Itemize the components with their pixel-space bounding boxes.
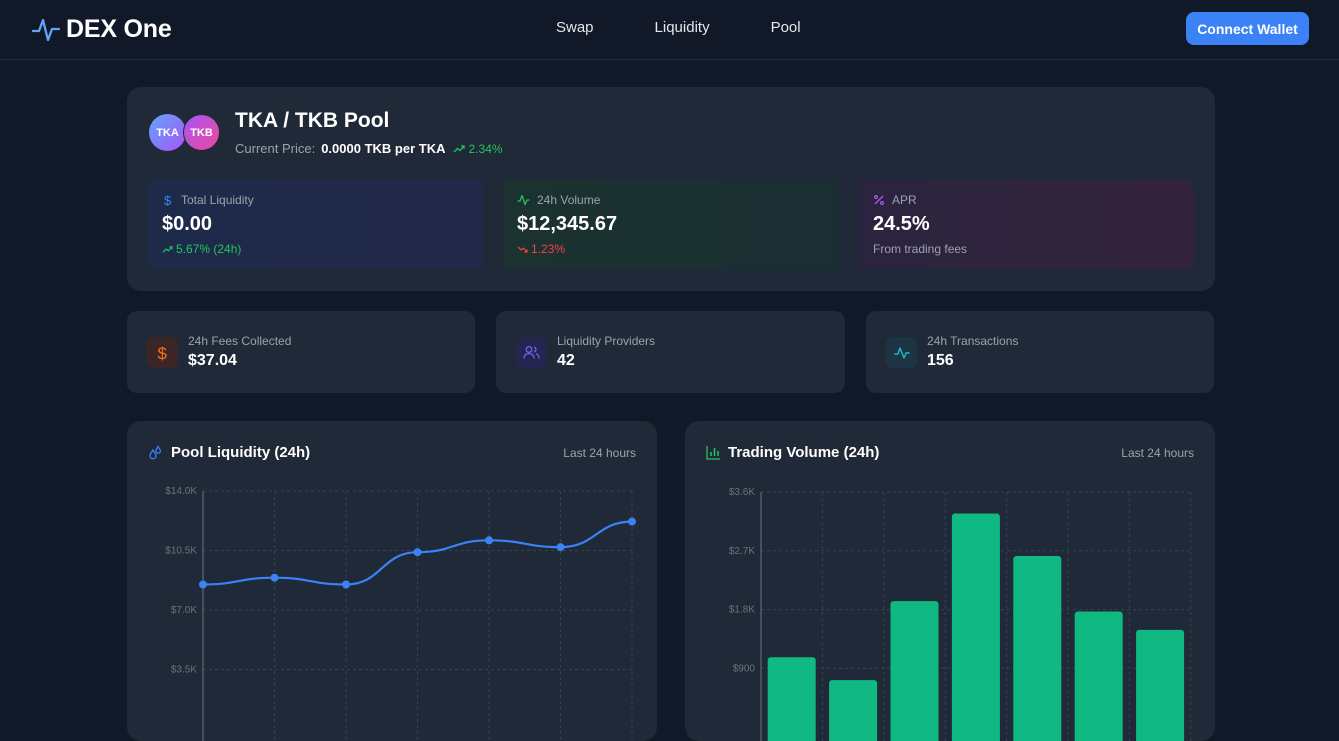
volume-bar — [890, 601, 939, 741]
transactions-card: 24h Transactions 156 — [866, 311, 1214, 393]
mini-value: 156 — [927, 352, 954, 369]
data-point — [485, 536, 493, 545]
liquidity-line-chart: $14.0K $10.5K $7.0K $3.5K — [165, 486, 636, 741]
stat-change-value: 1.23% — [531, 242, 566, 256]
volume-bar — [767, 657, 816, 741]
main-nav: Swap Liquidity Pool — [556, 19, 801, 36]
y-tick-label: $14.0K — [165, 486, 197, 497]
volume-bar — [951, 513, 1000, 741]
data-point — [270, 573, 279, 582]
percent-icon — [874, 195, 884, 205]
y-tick-label: $1.8K — [729, 605, 755, 616]
stat-label: APR — [892, 193, 917, 207]
y-tick-label: $7.0K — [171, 605, 197, 616]
current-price-row: Current Price: 0.0000 TKB per TKA 2.34% — [235, 141, 503, 156]
stat-change: 1.23% — [517, 242, 824, 256]
price-label: Current Price: — [235, 141, 316, 156]
pool-overview-card: TKA TKB TKA / TKB Pool Current Price: 0.… — [127, 87, 1215, 291]
data-point — [556, 543, 565, 552]
data-point — [199, 580, 207, 589]
brand-name: DEX One — [66, 14, 172, 43]
volume-bar-chart: $3.6K $2.7K $1.8K $900 — [729, 487, 1192, 741]
y-tick-label: $3.5K — [171, 665, 197, 676]
stat-note: From trading fees — [873, 242, 968, 256]
total-liquidity-stat: $ Total Liquidity $0.00 5.67% (24h) — [148, 180, 483, 269]
activity-icon — [517, 194, 530, 206]
mini-label: Liquidity Providers — [557, 334, 656, 348]
brand[interactable]: DEX One — [32, 14, 172, 44]
y-tick-label: $3.6K — [729, 487, 755, 498]
stat-change: 5.67% (24h) — [162, 242, 469, 256]
stat-change-value: 5.67% (24h) — [176, 242, 242, 256]
activity-logo-icon — [32, 18, 60, 42]
trending-up-icon — [454, 144, 466, 152]
data-point — [413, 548, 422, 557]
stat-value: $12,345.67 — [517, 213, 618, 235]
price-change-value: 2.34% — [468, 141, 503, 156]
token-a-avatar: TKA — [149, 114, 186, 151]
volume-bar — [1074, 611, 1123, 741]
price-change: 2.34% — [453, 141, 503, 156]
stat-label: 24h Volume — [537, 193, 601, 207]
data-point — [628, 517, 636, 526]
volume-bar — [1136, 629, 1185, 741]
liquidity-providers-card: Liquidity Providers 42 — [496, 311, 845, 393]
trending-up-icon — [162, 245, 173, 253]
data-point — [342, 580, 350, 589]
apr-stat: APR 24.5% From trading fees — [859, 180, 1194, 269]
stat-value: $0.00 — [162, 213, 213, 235]
dollar-icon: $ — [147, 337, 178, 368]
mini-label: 24h Fees Collected — [188, 334, 292, 348]
y-tick-label: $2.7K — [729, 546, 755, 557]
nav-swap[interactable]: Swap — [556, 19, 594, 36]
y-tick-label: $10.5K — [165, 546, 197, 557]
stat-label: Total Liquidity — [181, 193, 254, 207]
mini-label: 24h Transactions — [927, 334, 1019, 348]
mini-value: $37.04 — [188, 352, 237, 369]
stat-value: 24.5% — [873, 213, 930, 235]
token-b-avatar: TKB — [183, 114, 220, 151]
mini-value: 42 — [557, 352, 575, 369]
volume-bar — [829, 680, 878, 741]
dollar-icon: $ — [164, 193, 172, 207]
activity-icon — [886, 337, 917, 368]
connect-wallet-button[interactable]: Connect Wallet — [1186, 12, 1309, 45]
svg-text:$: $ — [164, 193, 172, 207]
users-icon — [516, 337, 547, 368]
pool-liquidity-chart-card: Pool Liquidity (24h) Last 24 hours $14.0… — [127, 421, 657, 741]
fees-collected-card: $ 24h Fees Collected $37.04 — [127, 311, 475, 393]
volume-bar — [1013, 556, 1062, 741]
trending-down-icon — [517, 245, 528, 253]
nav-pool[interactable]: Pool — [771, 19, 801, 36]
price-value: 0.0000 TKB per TKA — [321, 141, 446, 156]
svg-text:$: $ — [157, 344, 167, 362]
pool-title: TKA / TKB Pool — [235, 109, 390, 132]
trading-volume-chart-card: Trading Volume (24h) Last 24 hours $3.6K… — [685, 421, 1215, 741]
top-navbar: DEX One Swap Liquidity Pool Connect Wall… — [0, 0, 1339, 60]
volume-24h-stat: 24h Volume $12,345.67 1.23% — [503, 180, 838, 269]
y-tick-label: $900 — [733, 663, 756, 674]
nav-liquidity[interactable]: Liquidity — [655, 19, 710, 36]
